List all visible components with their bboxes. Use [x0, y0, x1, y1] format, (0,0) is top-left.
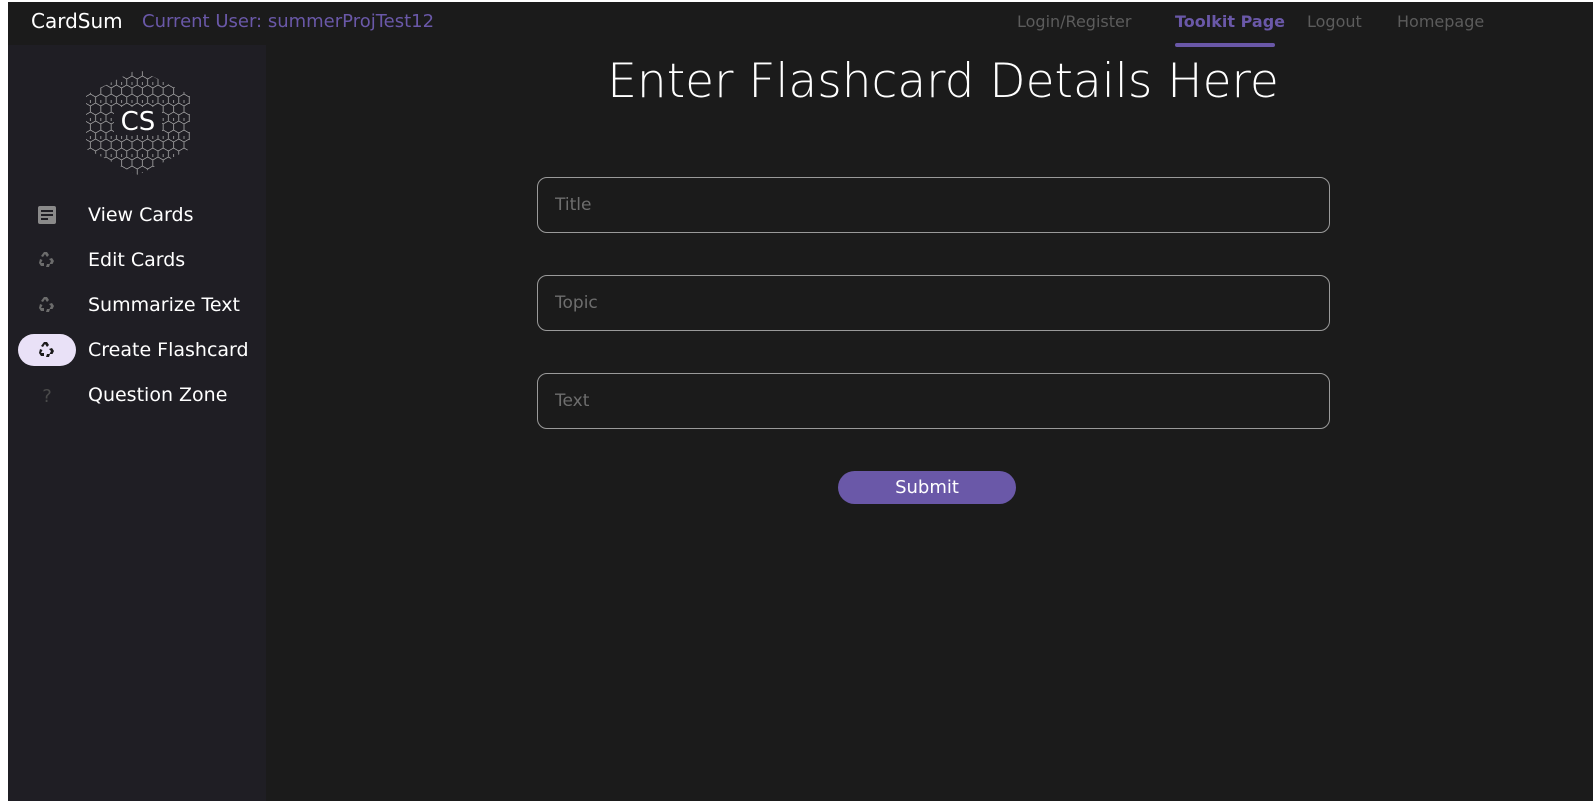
sidebar-item-view-cards[interactable]: View Cards — [18, 197, 266, 233]
sidebar-item-label: Summarize Text — [88, 294, 240, 316]
title-input[interactable] — [538, 178, 1329, 232]
note-icon — [18, 199, 76, 231]
nav-homepage[interactable]: Homepage — [1397, 12, 1484, 32]
title-field — [537, 177, 1330, 233]
submit-button[interactable]: Submit — [838, 471, 1016, 504]
sidebar-item-create-flashcard[interactable]: Create Flashcard — [18, 332, 266, 368]
sidebar-item-summarize-text[interactable]: Summarize Text — [18, 287, 266, 323]
sidebar-item-label: Question Zone — [88, 384, 228, 406]
nav-toolkit-page[interactable]: Toolkit Page — [1175, 12, 1285, 32]
top-navbar: CardSum Current User: summerProjTest12 L… — [8, 2, 1593, 47]
page-title: Enter Flashcard Details Here — [607, 54, 1279, 109]
logo-text: CS — [121, 107, 156, 137]
sidebar: CS View Cards Edit Cards Summarize Text … — [8, 45, 266, 801]
nav-login-register[interactable]: Login/Register — [1017, 12, 1131, 32]
sidebar-item-question-zone[interactable]: ? Question Zone — [18, 377, 266, 413]
sidebar-item-label: View Cards — [88, 204, 194, 226]
topic-field — [537, 275, 1330, 331]
sidebar-item-edit-cards[interactable]: Edit Cards — [18, 242, 266, 278]
recycle-icon — [18, 244, 76, 276]
nav-logout[interactable]: Logout — [1307, 12, 1362, 32]
active-tab-indicator — [1175, 43, 1275, 47]
brand-name[interactable]: CardSum — [31, 9, 123, 33]
question-icon: ? — [18, 379, 76, 411]
cardsum-logo: CS — [86, 69, 190, 175]
text-input[interactable] — [538, 374, 1329, 428]
sidebar-item-label: Edit Cards — [88, 249, 186, 271]
recycle-icon — [18, 334, 76, 366]
sidebar-item-label: Create Flashcard — [88, 339, 249, 361]
text-field — [537, 373, 1330, 429]
recycle-icon — [18, 289, 76, 321]
app-window: CardSum Current User: summerProjTest12 L… — [8, 2, 1593, 801]
topic-input[interactable] — [538, 276, 1329, 330]
svg-text:?: ? — [42, 386, 52, 406]
current-user-label: Current User: summerProjTest12 — [142, 11, 435, 32]
